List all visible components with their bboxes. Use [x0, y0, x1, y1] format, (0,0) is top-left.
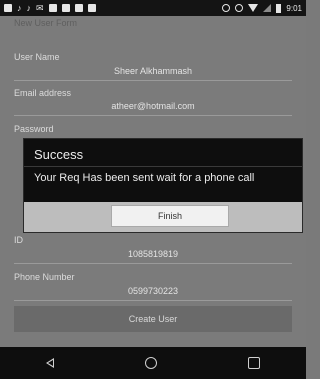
dialog-button-bar: Finish [24, 202, 302, 232]
recent-apps-icon[interactable] [248, 357, 261, 369]
phone-underline [14, 300, 292, 301]
phone-field[interactable]: 0599730223 [14, 286, 292, 296]
dialog-title: Success [34, 147, 84, 162]
phone-label: Phone Number [14, 272, 75, 282]
email-field[interactable]: atheer@hotmail.com [14, 101, 292, 111]
user-name-underline [14, 80, 292, 81]
tiktok-icon: ♪ [17, 2, 22, 13]
notification-icons: ♪ ♪ ✉ [4, 2, 96, 13]
back-icon[interactable] [45, 358, 54, 368]
alarm-icon [235, 4, 244, 12]
gmail-icon: ✉ [36, 2, 44, 13]
id-underline [14, 263, 292, 264]
system-icons: 9:01 [222, 3, 302, 13]
password-label: Password [14, 124, 54, 134]
dialog-divider [24, 166, 302, 167]
success-dialog: Success Your Req Has been sent wait for … [24, 139, 302, 232]
user-name-label: User Name [14, 52, 60, 62]
page-title: New User Form [14, 18, 78, 28]
notification-icon [48, 4, 57, 12]
create-user-button[interactable]: Create User [14, 306, 292, 332]
wifi-icon [248, 4, 259, 12]
dialog-message: Your Req Has been sent wait for a phone … [34, 172, 255, 184]
id-field[interactable]: 1085819819 [14, 249, 292, 259]
status-bar: ♪ ♪ ✉ 9:01 [0, 0, 306, 16]
home-icon[interactable] [144, 357, 157, 369]
finish-button[interactable]: Finish [111, 205, 229, 227]
battery-icon [276, 3, 282, 13]
image-icon [87, 4, 96, 12]
email-underline [14, 115, 292, 116]
navigation-bar [0, 347, 306, 379]
signal-icon [263, 4, 272, 12]
bbm-icon [4, 4, 12, 12]
do-not-disturb-icon [222, 4, 231, 12]
user-name-field[interactable]: Sheer Alkhammash [14, 66, 292, 76]
status-time: 9:01 [286, 3, 302, 13]
notification-icon [74, 4, 83, 12]
id-label: ID [14, 235, 23, 245]
tiktok-icon: ♪ [26, 2, 32, 13]
app-screen: ♪ ♪ ✉ 9:01 New User Form User Name Sheer… [0, 0, 306, 379]
email-label: Email address [14, 88, 72, 98]
notification-icon [61, 4, 70, 12]
